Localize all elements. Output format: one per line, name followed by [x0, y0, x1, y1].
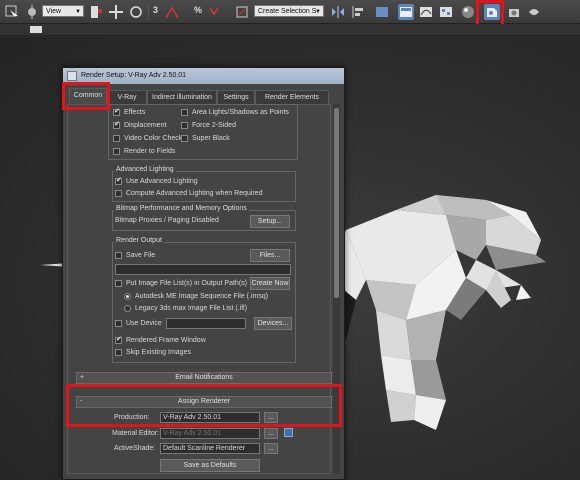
material-editor-choose-button[interactable]: ...: [264, 428, 278, 439]
select-link-icon[interactable]: [88, 4, 104, 20]
use-device-checkbox[interactable]: [115, 320, 122, 327]
compute-advanced-lighting-checkbox[interactable]: [115, 190, 122, 197]
scrollbar-thumb[interactable]: [334, 108, 339, 298]
toolbar-separator: [148, 4, 149, 20]
email-notifications-label: Email Notifications: [175, 374, 233, 381]
layer-manager-icon[interactable]: [374, 4, 390, 20]
rendered-frame-window-label: Rendered Frame Window: [126, 337, 206, 344]
render-to-fields-label: Render to Fields: [124, 148, 176, 155]
tab-render-elements[interactable]: Render Elements: [255, 90, 329, 104]
material-editor-icon[interactable]: [460, 4, 476, 20]
bitmap-proxies-label: Bitmap Proxies / Paging Disabled: [115, 217, 219, 224]
schematic-view-icon[interactable]: [438, 4, 454, 20]
displacement-label: Displacement: [124, 122, 167, 129]
align-icon[interactable]: [350, 4, 366, 20]
view-dropdown[interactable]: View ▼: [42, 5, 84, 17]
lock-icon[interactable]: [284, 428, 293, 437]
use-advanced-lighting-checkbox[interactable]: [115, 176, 122, 185]
tab-settings[interactable]: Settings: [217, 90, 255, 104]
common-tab-highlight: [62, 82, 110, 110]
select-object-icon[interactable]: [4, 4, 20, 20]
advanced-lighting-group: [112, 171, 296, 202]
rendered-frame-window-checkbox[interactable]: [115, 335, 122, 344]
edit-named-selection-icon[interactable]: [234, 4, 250, 20]
create-now-button[interactable]: Create Now: [250, 277, 290, 290]
activeshade-label: ActiveShade:: [114, 445, 156, 452]
put-image-file-list-label: Put Image File List(s) in Output Path(s): [126, 280, 247, 287]
video-color-check-label: Video Color Check: [124, 135, 183, 142]
effects-checkbox[interactable]: [113, 107, 120, 116]
trex-model-icon: [336, 195, 546, 430]
dialog-title: Render Setup: V-Ray Adv 2.50.01: [81, 72, 187, 79]
skip-existing-images-label: Skip Existing Images: [126, 349, 191, 356]
select-by-name-icon[interactable]: [24, 4, 40, 20]
super-black-checkbox[interactable]: [181, 135, 188, 142]
render-setup-window-icon: [67, 71, 77, 81]
email-notifications-rollout[interactable]: + Email Notifications: [76, 372, 332, 384]
render-to-fields-checkbox[interactable]: [113, 148, 120, 155]
advanced-lighting-title: Advanced Lighting: [114, 166, 176, 173]
scene-explorer-icon[interactable]: [398, 4, 414, 20]
rendered-frame-window-icon[interactable]: [506, 4, 522, 20]
devices-button[interactable]: Devices...: [254, 317, 292, 330]
sub-toolbar: [0, 24, 580, 36]
output-path-field[interactable]: [115, 264, 291, 275]
percent-snap-toggle[interactable]: %: [194, 5, 202, 15]
mirror-icon[interactable]: [330, 4, 346, 20]
put-image-file-list-checkbox[interactable]: [115, 280, 122, 287]
rotate-icon[interactable]: [128, 4, 144, 20]
video-color-check-checkbox[interactable]: [113, 135, 120, 142]
save-file-label: Save File: [126, 252, 156, 259]
material-editor-renderer-field: V-Ray Adv 2.50.01: [160, 428, 260, 439]
save-file-checkbox[interactable]: [115, 252, 122, 259]
render-output-title: Render Output: [114, 237, 164, 244]
save-as-defaults-button[interactable]: Save as Defaults: [160, 459, 260, 472]
material-editor-label: Material Editor:: [112, 430, 160, 437]
viewport-dropdown-icon[interactable]: [30, 26, 42, 33]
compute-advanced-lighting-label: Compute Advanced Lighting when Required: [126, 190, 263, 197]
area-lights-checkbox[interactable]: [181, 109, 188, 116]
effects-label: Effects: [124, 109, 146, 116]
autodesk-me-label: Autodesk ME Image Sequence File (.imsq): [135, 293, 269, 300]
rollout-expand-icon: +: [80, 374, 85, 381]
displacement-checkbox[interactable]: [113, 120, 120, 129]
tab-indirect-illumination[interactable]: Indirect illumination: [147, 90, 217, 104]
use-advanced-lighting-label: Use Advanced Lighting: [126, 178, 198, 185]
force-2sided-checkbox[interactable]: [181, 122, 188, 129]
snap-3d-toggle[interactable]: 3: [153, 5, 158, 15]
force-2sided-label: Force 2-Sided: [192, 122, 236, 129]
named-selection-dropdown[interactable]: Create Selection S ▼: [254, 5, 324, 17]
legacy-ifl-radio[interactable]: [124, 305, 131, 312]
activeshade-renderer-field: Default Scanline Renderer: [160, 443, 260, 454]
curve-editor-icon[interactable]: [418, 4, 434, 20]
skip-existing-images-checkbox[interactable]: [115, 349, 122, 356]
super-black-label: Super Black: [192, 135, 230, 142]
bitmap-title: Bitmap Performance and Memory Options: [114, 205, 249, 212]
device-field[interactable]: [166, 318, 246, 329]
activeshade-choose-button[interactable]: ...: [264, 443, 278, 454]
main-toolbar: View ▼ 3 % Create Selection S ▼: [0, 0, 580, 27]
render-production-icon[interactable]: [526, 4, 542, 20]
spinner-snap-icon[interactable]: [206, 4, 222, 20]
area-lights-label: Area Lights/Shadows as Points: [192, 109, 289, 116]
bitmap-setup-button[interactable]: Setup...: [250, 215, 290, 228]
tab-vray[interactable]: V-Ray: [107, 90, 147, 104]
render-setup-highlight: [476, 0, 504, 27]
use-device-label: Use Device: [126, 320, 162, 327]
move-icon[interactable]: [108, 4, 124, 20]
files-button[interactable]: Files...: [250, 249, 290, 262]
autodesk-me-radio[interactable]: [124, 293, 131, 300]
angle-snap-icon[interactable]: [164, 4, 180, 20]
assign-renderer-highlight: [66, 384, 342, 427]
legacy-ifl-label: Legacy 3ds max Image File List (.ifl): [135, 305, 248, 312]
